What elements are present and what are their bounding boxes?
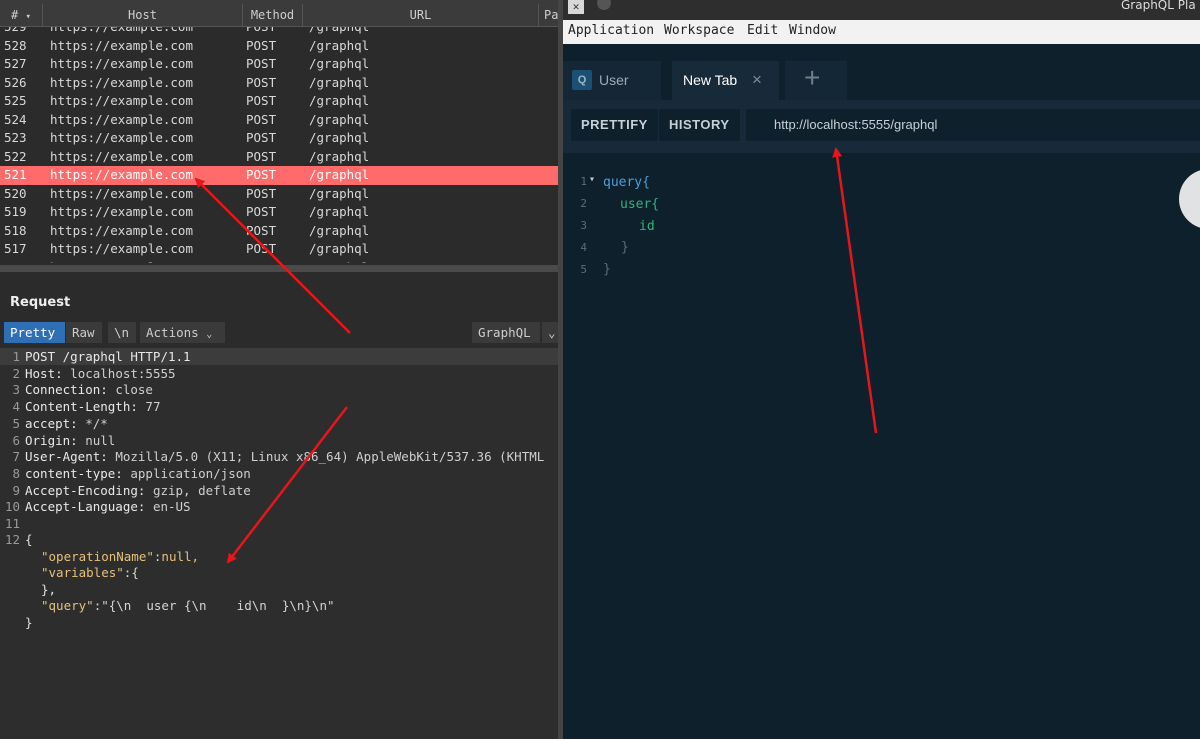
arrow-to-request-body [226,406,348,564]
annotation-arrows [194,147,878,564]
arrow-to-selected-row [194,177,351,334]
arrow-to-endpoint-url [832,147,878,434]
